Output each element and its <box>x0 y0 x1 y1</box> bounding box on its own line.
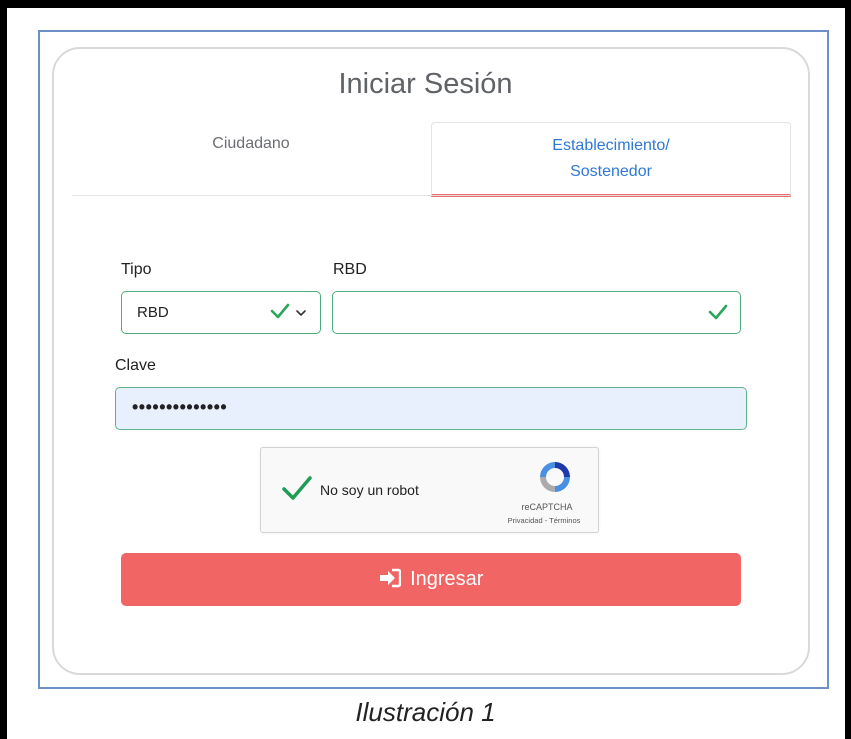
recaptcha-text: No soy un robot <box>320 482 419 498</box>
recaptcha-checkbox[interactable] <box>281 474 313 507</box>
check-icon <box>270 301 290 326</box>
chevron-down-icon <box>295 306 307 324</box>
recaptcha-links[interactable]: Privacidad - Términos <box>490 516 598 525</box>
tipo-select-value: RBD <box>137 304 169 321</box>
tab-establecimiento-label-line1: Establecimiento/ <box>552 137 670 154</box>
tab-establecimiento-sostenedor[interactable]: Establecimiento/ Sostenedor <box>431 122 791 197</box>
tipo-select[interactable]: RBD <box>121 291 321 334</box>
rbd-input[interactable] <box>332 291 741 334</box>
clave-input-value: •••••••••••••• <box>132 397 228 417</box>
recaptcha-brand: reCAPTCHA <box>521 502 573 512</box>
recaptcha-widget: No soy un robot reCAPTCHA Privacidad - T… <box>260 447 599 533</box>
clave-label: Clave <box>115 357 156 374</box>
clave-input[interactable]: •••••••••••••• <box>115 387 747 430</box>
figure-caption: Ilustración 1 <box>355 697 496 727</box>
sign-in-icon <box>379 568 411 590</box>
tipo-label: Tipo <box>121 261 152 278</box>
check-icon <box>708 302 728 327</box>
tabs-divider <box>72 195 790 196</box>
page-title: Iniciar Sesión <box>338 68 513 100</box>
ingresar-button[interactable]: Ingresar <box>121 553 741 606</box>
rbd-label: RBD <box>333 261 367 278</box>
tab-ciudadano-label: Ciudadano <box>212 135 290 152</box>
tab-establecimiento-label-line2: Sostenedor <box>570 163 652 180</box>
recaptcha-logo-icon <box>536 458 574 501</box>
ingresar-label: Ingresar <box>410 568 484 590</box>
tab-ciudadano[interactable]: Ciudadano <box>72 131 430 157</box>
